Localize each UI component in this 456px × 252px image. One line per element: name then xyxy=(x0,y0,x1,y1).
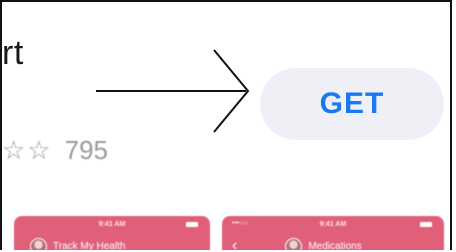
nav-bar: Track My Health xyxy=(14,236,210,250)
status-time: 9:41 AM xyxy=(98,221,126,228)
avatar xyxy=(30,237,47,250)
battery-icon xyxy=(186,222,198,227)
rating-count: 795 xyxy=(64,134,109,165)
battery-icon xyxy=(420,222,432,227)
screenshot-medications[interactable]: •••○○ 9:41 AM ‹ Medications xyxy=(222,216,444,250)
nav-title: Medications xyxy=(308,240,362,251)
back-chevron-icon: ‹ xyxy=(232,237,238,251)
arrow-right-icon xyxy=(96,49,250,133)
rating-row: ☆☆ 795 xyxy=(2,130,108,170)
nav-bar: ‹ Medications xyxy=(222,236,444,250)
app-store-card: rt ☆☆ 795 GET 9:41 AM Track My Health ••… xyxy=(0,0,452,250)
screenshot-track-my-health[interactable]: 9:41 AM Track My Health xyxy=(14,216,210,250)
status-time: 9:41 AM xyxy=(319,221,347,228)
avatar xyxy=(285,237,303,250)
get-button[interactable]: GET xyxy=(260,68,444,140)
star-rating-icon: ☆☆ xyxy=(2,134,53,165)
nav-title: Track My Health xyxy=(53,240,126,251)
app-title: rt xyxy=(2,34,24,72)
